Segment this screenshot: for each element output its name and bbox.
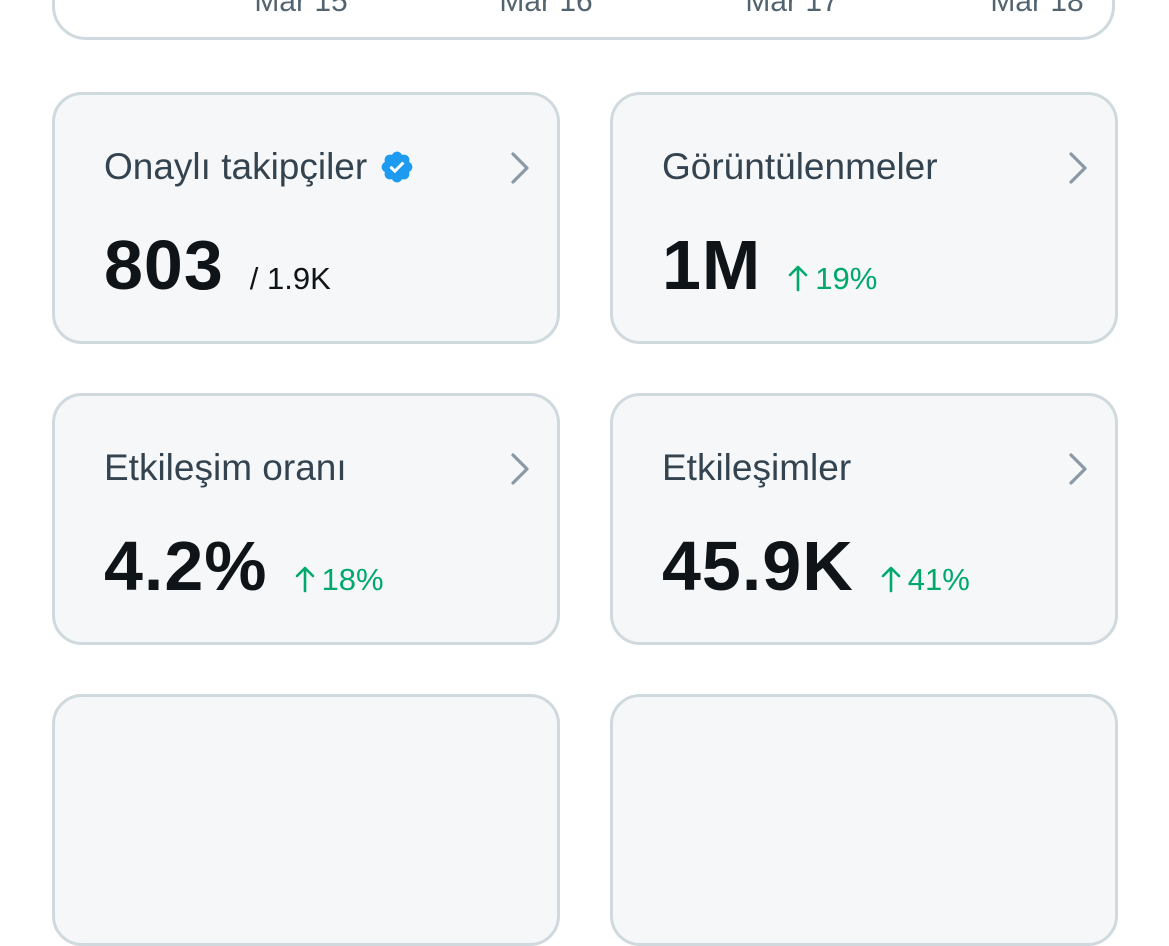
card-title: Onaylı takipçiler (104, 146, 368, 187)
metric-total: / 1.9K (249, 261, 331, 296)
metric-change-value: 18% (321, 562, 384, 597)
metric-value: 45.9K (662, 527, 854, 605)
metric-card-partial[interactable] (610, 694, 1118, 946)
card-title-row: Etkileşim oranı (104, 446, 347, 490)
arrow-up-icon (787, 264, 809, 292)
chevron-right-icon[interactable] (507, 151, 533, 185)
metric-row: 4.2% 18% (104, 526, 384, 606)
metric-value: 1M (662, 226, 762, 304)
engagement-rate-card[interactable]: Etkileşim oranı 4.2% 18% (52, 393, 560, 645)
card-title-row: Onaylı takipçiler (104, 145, 415, 189)
metric-value: 803 (104, 226, 224, 304)
metric-change: 18% (294, 562, 384, 598)
chevron-right-icon[interactable] (1065, 151, 1091, 185)
engagements-card[interactable]: Etkileşimler 45.9K 41% (610, 393, 1118, 645)
arrow-up-icon (294, 565, 316, 593)
metric-change: 19% (787, 261, 877, 297)
metric-value: 4.2% (104, 527, 268, 605)
verified-badge-icon (379, 149, 415, 185)
card-title: Görüntülenmeler (662, 146, 938, 187)
metric-row: 45.9K 41% (662, 526, 970, 606)
chart-x-tick: Mar 17 (745, 0, 839, 18)
metric-row: 1M 19% (662, 225, 877, 305)
chevron-right-icon[interactable] (507, 452, 533, 486)
chevron-right-icon[interactable] (1065, 452, 1091, 486)
card-title: Etkileşim oranı (104, 447, 347, 488)
card-title: Etkileşimler (662, 447, 852, 488)
chart-x-tick: Mar 15 (254, 0, 348, 18)
metric-card-partial[interactable] (52, 694, 560, 946)
arrow-up-icon (880, 565, 902, 593)
impressions-card[interactable]: Görüntülenmeler 1M 19% (610, 92, 1118, 344)
card-title-row: Etkileşimler (662, 446, 851, 490)
metric-change-value: 41% (907, 562, 970, 597)
card-title-row: Görüntülenmeler (662, 145, 938, 189)
verified-followers-card[interactable]: Onaylı takipçiler 803 / 1.9K (52, 92, 560, 344)
metric-change: 41% (880, 562, 970, 598)
impressions-chart-card: Mar 15 Mar 16 Mar 17 Mar 18 (52, 0, 1115, 40)
chart-x-tick: Mar 16 (499, 0, 593, 18)
metric-change-value: 19% (815, 261, 878, 296)
metric-row: 803 / 1.9K (104, 225, 331, 305)
chart-x-tick: Mar 18 (990, 0, 1084, 18)
